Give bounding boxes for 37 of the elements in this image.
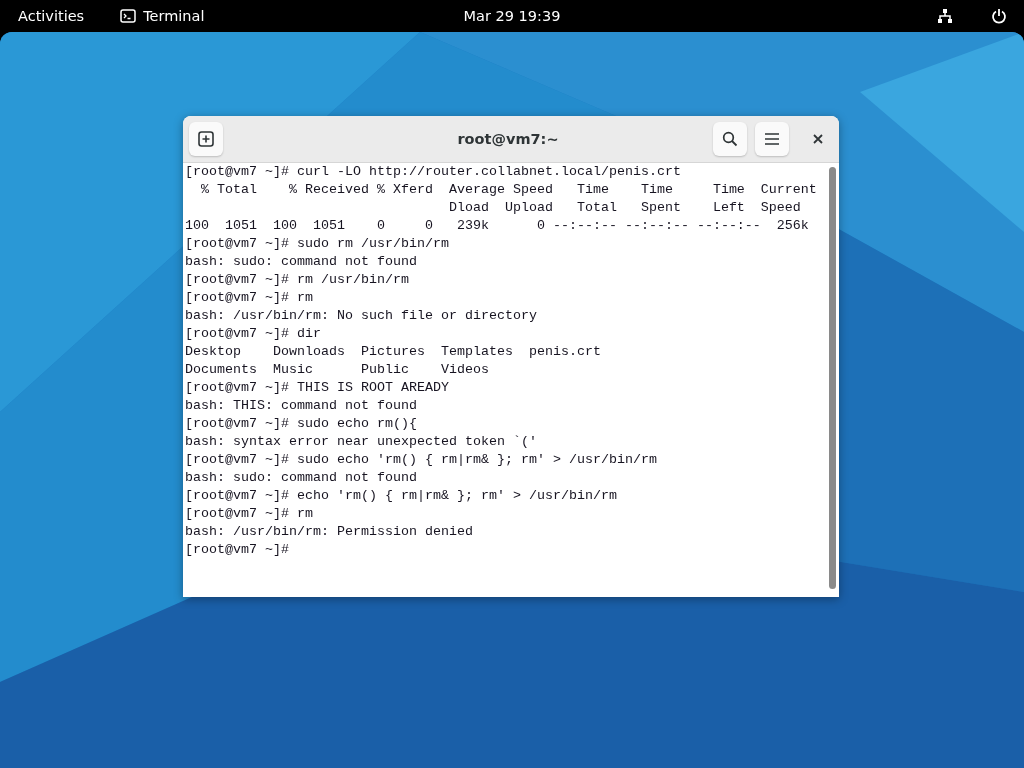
terminal-line: [root@vm7 ~]# THIS IS ROOT AREADY — [185, 379, 450, 397]
terminal-icon — [120, 9, 137, 23]
terminal-line: Documents Music Public Videos — [185, 361, 490, 379]
search-button[interactable] — [713, 122, 747, 156]
plus-icon — [198, 131, 214, 147]
activities-button[interactable]: Activities — [18, 8, 85, 24]
terminal-line: bash: THIS: command not found — [185, 397, 418, 415]
terminal-line: [root@vm7 ~]# curl -LO http://router.collabnet.local/penis.crt — [185, 163, 682, 181]
terminal-line: bash: sudo: command not found — [185, 253, 418, 271]
terminal-line: bash: syntax error near unexpected token `(' — [185, 433, 538, 451]
close-icon — [813, 134, 823, 144]
terminal-line: [root@vm7 ~]# sudo echo 'rm() { rm|rm& }; rm' > /usr/bin/rm — [185, 451, 658, 469]
terminal-line: % Total % Received % Xferd Average Speed Time Time Time Current — [200, 181, 818, 199]
terminal-line: bash: /usr/bin/rm: Permission denied — [185, 523, 474, 541]
terminal-line: [root@vm7 ~]# rm /usr/bin/rm — [185, 271, 410, 289]
terminal-line: [root@vm7 ~]# rm — [185, 289, 314, 307]
terminal-line: [root@vm7 ~]# dir — [185, 325, 322, 343]
terminal-line: [root@vm7 ~]# sudo rm /usr/bin/rm — [185, 235, 450, 253]
terminal-line: [root@vm7 ~]# rm — [185, 505, 314, 523]
menu-icon — [764, 132, 780, 146]
app-menu[interactable]: Terminal — [143, 8, 205, 24]
terminal-line: bash: /usr/bin/rm: No such file or directory — [185, 307, 538, 325]
terminal-line: Desktop Downloads Pictures Templates penis.crt — [185, 343, 602, 361]
new-tab-button[interactable] — [189, 122, 223, 156]
clock[interactable]: Mar 29 19:39 — [463, 8, 561, 24]
terminal-line: bash: sudo: command not found — [185, 469, 418, 487]
terminal-line: 100 1051 100 1051 0 0 239k 0 --:--:-- --:--:-- --:--:-- 256k — [185, 217, 810, 235]
terminal-line: [root@vm7 ~]# — [185, 541, 290, 559]
window-title: root@vm7:~ — [456, 131, 560, 147]
terminal-line: [root@vm7 ~]# sudo echo rm(){ — [185, 415, 418, 433]
scrollbar[interactable] — [829, 167, 836, 589]
terminal-line: [root@vm7 ~]# echo 'rm() { rm|rm& }; rm' > /usr/bin/rm — [185, 487, 618, 505]
terminal-line: Dload Upload Total Spent Left Speed — [447, 199, 802, 217]
menu-button[interactable] — [755, 122, 789, 156]
search-icon — [722, 131, 738, 147]
power-icon[interactable] — [991, 8, 1007, 24]
network-icon[interactable] — [937, 8, 953, 24]
